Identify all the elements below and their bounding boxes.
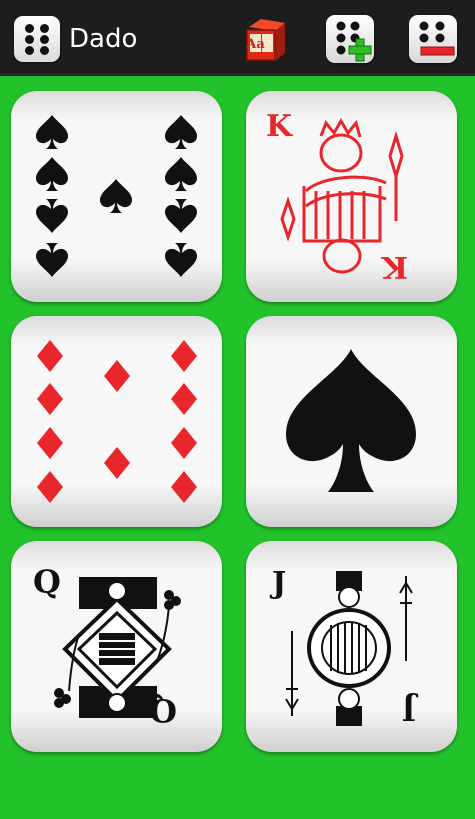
jack-figure-icon — [285, 571, 413, 726]
letters-die-button[interactable]: Aa — [241, 15, 289, 63]
rank-label-bottom: J — [402, 691, 419, 726]
rank-label-top: K — [266, 109, 293, 144]
dice-six-icon[interactable] — [14, 16, 60, 62]
rank-label-top: Q — [33, 563, 61, 601]
die-card-ace-of-spades[interactable] — [246, 316, 457, 527]
add-die-icon — [336, 21, 372, 62]
letters-die-label-a: Aa — [245, 37, 265, 52]
app-title: Dado — [69, 24, 138, 54]
action-bar: Dado Aa — [0, 0, 475, 76]
rank-label-bottom: K — [381, 249, 408, 284]
die-card-nine-of-spades[interactable] — [11, 91, 222, 302]
spade-pips — [36, 115, 197, 277]
large-spade-icon — [286, 349, 416, 492]
rank-label-top: J — [269, 566, 286, 601]
letters-die-icon: Aa — [245, 19, 285, 61]
add-die-button[interactable] — [326, 15, 374, 63]
die-card-king-of-hearts[interactable]: K K — [246, 91, 457, 302]
die-card-ten-of-diamonds[interactable] — [11, 316, 222, 527]
diamond-pips — [37, 340, 197, 503]
die-card-queen-of-clubs[interactable]: Q Q — [11, 541, 222, 752]
die-card-jack-of-spades[interactable]: J J — [246, 541, 457, 752]
remove-die-button[interactable] — [409, 15, 457, 63]
remove-die-icon — [419, 21, 455, 56]
